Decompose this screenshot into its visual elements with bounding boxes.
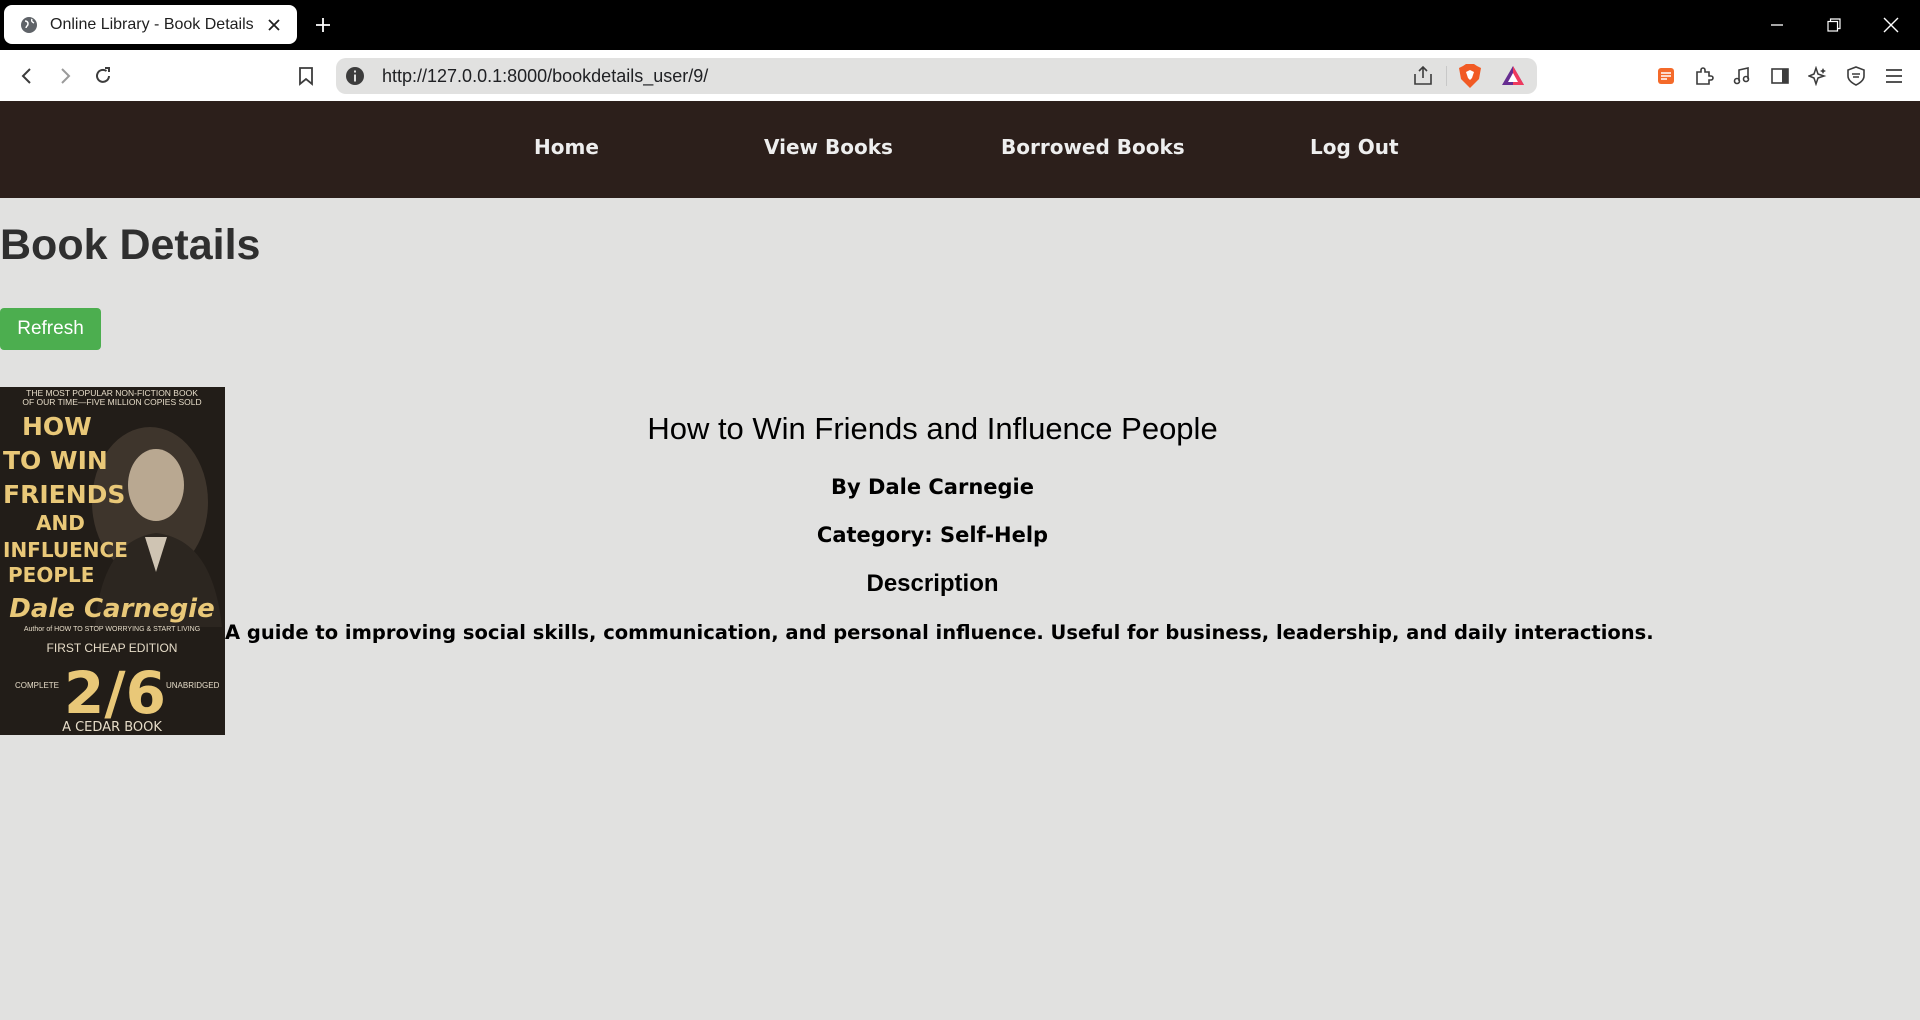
nav-borrowed-books[interactable]: Borrowed Books [1001,135,1185,159]
bookmark-icon[interactable] [292,62,320,90]
back-icon[interactable] [13,62,41,90]
close-window-icon[interactable] [1877,12,1905,38]
site-info-icon[interactable] [344,65,366,87]
cover-author-note: Author of HOW TO STOP WORRYING & START L… [24,626,200,633]
book-cover-image: THE MOST POPULAR NON-FICTION BOOK OF OUR… [0,387,225,735]
restore-icon[interactable] [1820,12,1848,38]
cover-banner-line2: OF OUR TIME—FIVE MILLION COPIES SOLD [22,397,201,407]
extensions-puzzle-icon[interactable] [1690,62,1718,90]
brave-rewards-icon[interactable] [1501,64,1525,88]
cover-unabridged: UNABRIDGED [166,681,220,690]
nav-home[interactable]: Home [534,135,599,159]
media-music-icon[interactable] [1728,62,1756,90]
globe-icon [20,16,38,34]
book-author: By Dale Carnegie [831,475,1034,499]
share-icon[interactable] [1411,64,1435,88]
cover-title-line: INFLUENCE [3,538,128,562]
new-tab-icon[interactable] [310,12,336,38]
minimize-icon[interactable] [1763,12,1791,38]
site-navigation: Home View Books Borrowed Books Log Out [0,101,1920,198]
description-heading: Description [866,570,999,597]
cover-title-line: PEOPLE [8,563,94,587]
menu-icon[interactable] [1880,62,1908,90]
cover-price: 2/6 [64,659,166,727]
forward-icon[interactable] [51,62,79,90]
address-bar[interactable]: http://127.0.0.1:8000/bookdetails_user/9… [336,58,1537,94]
vpn-shield-icon[interactable] [1842,62,1870,90]
cover-title-line: AND [36,511,85,535]
sidebar-toggle-icon[interactable] [1766,62,1794,90]
nav-view-books[interactable]: View Books [764,135,893,159]
cover-publisher: A CEDAR BOOK [62,720,162,735]
page-title: Book Details [0,221,261,269]
book-details-panel: How to Win Friends and Influence People … [225,408,1654,648]
url-text[interactable]: http://127.0.0.1:8000/bookdetails_user/9… [382,66,708,87]
extension-orange-icon[interactable] [1652,62,1680,90]
address-bar-divider [1446,66,1447,86]
leo-ai-icon[interactable] [1804,62,1832,90]
reload-icon[interactable] [89,62,117,90]
nav-log-out[interactable]: Log Out [1310,135,1399,159]
close-tab-icon[interactable] [263,14,285,36]
book-category: Category: Self-Help [816,523,1049,547]
cover-title-line: HOW [22,412,92,441]
browser-tab[interactable]: Online Library - Book Details [4,5,297,44]
browser-toolbar: http://127.0.0.1:8000/bookdetails_user/9… [0,50,1920,101]
cover-edition: FIRST CHEAP EDITION [47,641,178,655]
tab-title: Online Library - Book Details [50,15,254,33]
book-title: How to Win Friends and Influence People [647,411,1218,446]
browser-tab-strip: Online Library - Book Details [0,0,1920,50]
cover-title-line: FRIENDS [3,480,125,509]
cover-author: Dale Carnegie [9,594,214,624]
brave-shields-icon[interactable] [1458,63,1482,89]
book-description: A guide to improving social skills, comm… [225,621,1654,644]
refresh-button[interactable]: Refresh [0,308,101,350]
cover-complete: COMPLETE [15,681,59,690]
cover-title-line: TO WIN [3,446,108,475]
